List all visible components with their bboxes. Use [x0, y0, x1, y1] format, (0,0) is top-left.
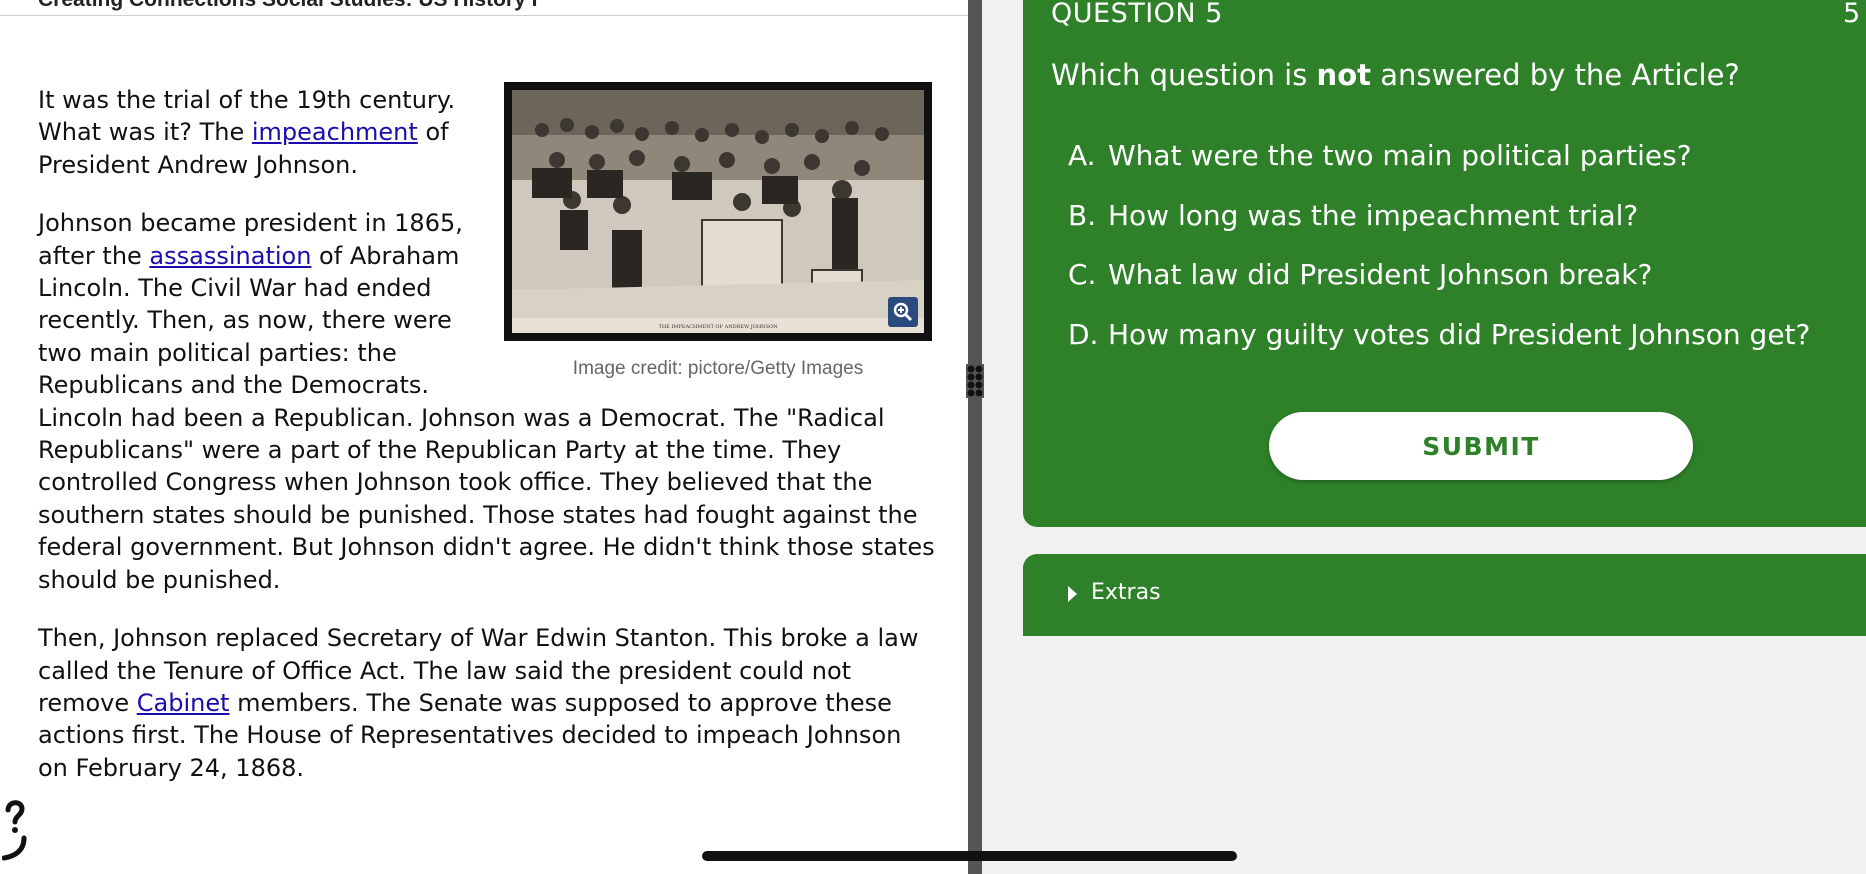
zoom-in-icon[interactable] — [888, 297, 918, 327]
answer-letter: C. — [1068, 258, 1097, 291]
glossary-link-impeachment[interactable]: impeachment — [252, 118, 418, 146]
drag-handle-icon[interactable] — [966, 364, 984, 398]
answer-choice-a[interactable]: A. What were the two main political parti… — [1068, 136, 1810, 196]
glossary-link-cabinet[interactable]: Cabinet — [137, 689, 230, 717]
help-question-icon[interactable] — [2, 796, 28, 862]
article-header: Creating Connections Social Studies: US … — [0, 0, 968, 16]
answer-text: How many guilty votes did President John… — [1108, 317, 1811, 351]
answer-choice-b[interactable]: B. How long was the impeachment trial? — [1068, 196, 1810, 256]
article-figure: THE IMPEACHMENT OF ANDREW JOHNSON Image … — [498, 82, 938, 385]
question-prompt: Which question is not answered by the Ar… — [1051, 58, 1740, 92]
image-subtitle: THE IMPEACHMENT OF ANDREW JOHNSON — [659, 324, 779, 330]
image-credit-caption: Image credit: pictore/Getty Images — [572, 358, 864, 379]
article-pane: Creating Connections Social Studies: US … — [0, 0, 968, 874]
figure-frame[interactable]: THE IMPEACHMENT OF ANDREW JOHNSON — [504, 82, 932, 341]
answer-letter: B. — [1068, 198, 1097, 232]
extras-expander[interactable]: Extras — [1023, 554, 1866, 636]
question-number-label: QUESTION 5 — [1051, 0, 1223, 29]
submit-button[interactable]: SUBMIT — [1269, 412, 1693, 480]
answer-letter: D. — [1068, 317, 1099, 351]
answer-choice-d[interactable]: D. How many guilty votes did President Jo… — [1068, 315, 1810, 375]
article-paragraph-3: Then, Johnson replaced Secretary of War … — [38, 622, 938, 784]
article-body: THE IMPEACHMENT OF ANDREW JOHNSON Image … — [38, 82, 938, 810]
question-count: 5 — [1843, 0, 1861, 29]
prompt-emphasis: not — [1316, 58, 1371, 92]
answer-choices: A. What were the two main political parti… — [1068, 136, 1810, 374]
answer-text: What law did President Johnson break? — [1108, 258, 1653, 291]
prompt-text: answered by the Article? — [1370, 58, 1740, 92]
answer-choice-c[interactable]: C. What law did President Johnson break? — [1068, 255, 1810, 315]
answer-text: How long was the impeachment trial? — [1108, 198, 1639, 232]
glossary-link-assassination[interactable]: assassination — [149, 242, 311, 270]
article-header-title: Creating Connections Social Studies: US … — [38, 0, 537, 12]
pane-divider[interactable] — [968, 0, 982, 874]
answer-letter: A. — [1068, 139, 1096, 172]
prompt-text: Which question is — [1051, 58, 1317, 92]
question-card: QUESTION 5 5 Which question is not answe… — [1023, 0, 1866, 527]
home-indicator-bar[interactable] — [702, 851, 1237, 861]
impeachment-engraving-image[interactable]: THE IMPEACHMENT OF ANDREW JOHNSON — [512, 90, 924, 333]
extras-label: Extras — [1091, 580, 1161, 605]
caret-right-icon — [1068, 586, 1077, 602]
answer-text: What were the two main political parties… — [1108, 139, 1692, 172]
